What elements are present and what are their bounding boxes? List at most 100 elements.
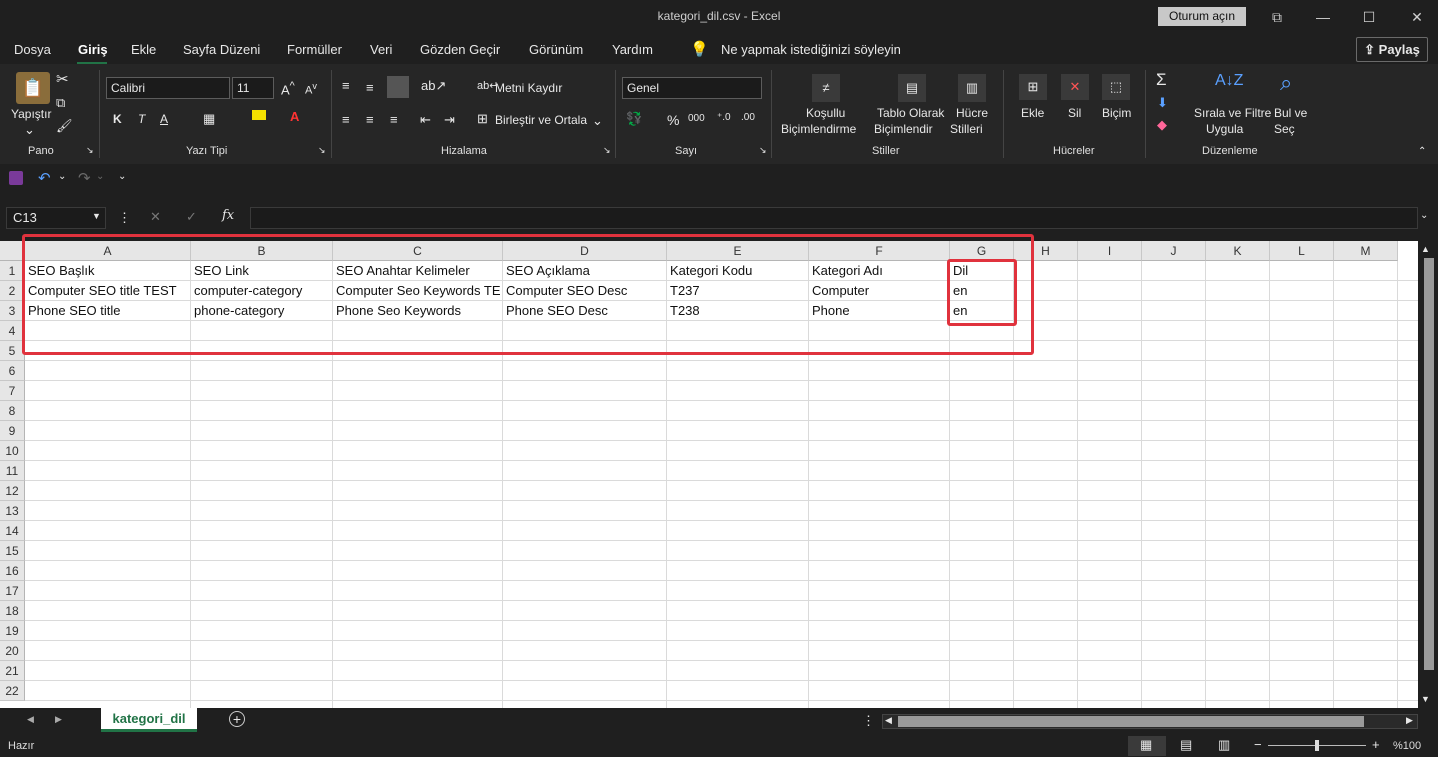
delete-cells-button[interactable]: Sil	[1068, 106, 1081, 120]
font-launcher-icon[interactable]: ↘	[318, 145, 326, 156]
conditional-formatting-icon[interactable]: ≠	[812, 74, 840, 102]
expand-formula-icon[interactable]: ⌄	[1420, 210, 1428, 221]
scroll-left-icon[interactable]: ◀	[885, 715, 892, 726]
decrease-indent-icon[interactable]: ⇤	[420, 112, 431, 128]
tab-formuller[interactable]: Formüller	[287, 42, 342, 57]
row-header-12[interactable]: 12	[0, 481, 25, 501]
fill-icon[interactable]: ⬇	[1157, 95, 1168, 111]
percent-button[interactable]: %	[667, 112, 679, 128]
zoom-out-icon[interactable]: −	[1254, 737, 1262, 752]
wrap-text-button[interactable]: Metni Kaydır	[495, 81, 562, 95]
row-header-11[interactable]: 11	[0, 461, 25, 481]
row-header-21[interactable]: 21	[0, 661, 25, 681]
align-left-icon[interactable]: ≡	[342, 112, 350, 127]
format-as-table-icon[interactable]: ▤	[898, 74, 926, 102]
row-header-6[interactable]: 6	[0, 361, 25, 381]
tab-dosya[interactable]: Dosya	[14, 42, 51, 57]
zoom-slider-thumb[interactable]	[1315, 740, 1319, 751]
ribbon-display-icon[interactable]: ⧉	[1262, 6, 1292, 28]
close-button[interactable]: ✕	[1402, 6, 1432, 28]
increase-indent-icon[interactable]: ⇥	[444, 112, 455, 128]
accounting-format-icon[interactable]: 💱	[626, 111, 642, 127]
comma-button[interactable]: 000	[688, 113, 705, 124]
orientation-icon[interactable]: ab↗	[421, 78, 446, 94]
align-center-icon[interactable]: ≡	[366, 112, 374, 127]
scroll-right-icon[interactable]: ▶	[1406, 715, 1413, 726]
cell-styles-label2[interactable]: Stilleri	[950, 122, 983, 136]
undo-icon[interactable]: ↶	[38, 169, 51, 187]
row-header-15[interactable]: 15	[0, 541, 25, 561]
underline-button[interactable]: A	[160, 112, 168, 126]
tab-ekle[interactable]: Ekle	[131, 42, 156, 57]
row-header-16[interactable]: 16	[0, 561, 25, 581]
page-break-icon[interactable]: ▥	[1218, 737, 1230, 753]
next-sheet-icon[interactable]: ▶	[55, 714, 62, 725]
cell-styles-label1[interactable]: Hücre	[956, 106, 988, 120]
column-header-k[interactable]: K	[1206, 241, 1270, 261]
signin-button[interactable]: Oturum açın	[1158, 7, 1246, 26]
align-top-icon[interactable]: ≡	[342, 78, 350, 93]
tab-giris[interactable]: Giriş	[78, 42, 108, 57]
tell-me-input[interactable]: Ne yapmak istediğinizi söyleyin	[721, 42, 901, 57]
add-sheet-icon[interactable]: +	[229, 711, 245, 727]
horizontal-scroll-thumb[interactable]	[898, 716, 1364, 727]
align-middle-icon[interactable]: ≡	[366, 80, 374, 95]
increase-decimal-icon[interactable]: ⁺.0	[717, 112, 731, 123]
scroll-up-icon[interactable]: ▲	[1421, 244, 1430, 254]
format-cells-icon[interactable]: ⬚	[1102, 74, 1130, 100]
name-box-dropdown-icon[interactable]: ▼	[92, 211, 101, 221]
zoom-in-icon[interactable]: +	[1372, 737, 1380, 752]
vertical-scroll-thumb[interactable]	[1424, 258, 1434, 670]
fill-color-icon[interactable]	[252, 110, 266, 120]
sort-filter-label1[interactable]: Sırala ve Filtre	[1194, 106, 1271, 120]
column-header-l[interactable]: L	[1270, 241, 1334, 261]
find-select-icon[interactable]: ⌕	[1280, 70, 1292, 96]
tab-veri[interactable]: Veri	[370, 42, 392, 57]
cancel-icon[interactable]: ✕	[150, 209, 161, 225]
paste-icon[interactable]: 📋	[16, 72, 50, 104]
column-header-i[interactable]: I	[1078, 241, 1142, 261]
page-layout-icon[interactable]: ▤	[1180, 737, 1192, 753]
paste-button[interactable]: Yapıştır	[11, 107, 51, 121]
share-button[interactable]: ⇪ Paylaş	[1356, 37, 1428, 62]
maximize-button[interactable]: ☐	[1354, 6, 1384, 28]
align-bottom-icon[interactable]	[387, 76, 409, 98]
enter-icon[interactable]: ✓	[186, 209, 197, 225]
column-header-j[interactable]: J	[1142, 241, 1206, 261]
copy-icon[interactable]: ⧉	[56, 95, 65, 111]
font-size-select[interactable]: 11	[232, 77, 274, 99]
formula-input[interactable]	[250, 207, 1418, 229]
conditional-formatting-label1[interactable]: Koşullu	[806, 106, 845, 120]
cut-icon[interactable]: ✂	[56, 70, 69, 88]
find-select-label1[interactable]: Bul ve	[1274, 106, 1307, 120]
row-header-8[interactable]: 8	[0, 401, 25, 421]
minimize-button[interactable]: —	[1308, 6, 1338, 28]
cell-styles-icon[interactable]: ▥	[958, 74, 986, 102]
number-format-select[interactable]: Genel	[622, 77, 762, 99]
alignment-launcher-icon[interactable]: ↘	[603, 145, 611, 156]
font-color-icon[interactable]: A	[290, 109, 299, 124]
italic-button[interactable]: T	[138, 112, 145, 126]
tab-gozden-gecir[interactable]: Gözden Geçir	[420, 42, 500, 57]
conditional-formatting-label2[interactable]: Biçimlendirme	[781, 122, 856, 136]
format-as-table-label1[interactable]: Tablo Olarak	[877, 106, 944, 120]
tab-sayfa-duzeni[interactable]: Sayfa Düzeni	[183, 42, 260, 57]
zoom-level[interactable]: %100	[1393, 740, 1421, 752]
row-header-9[interactable]: 9	[0, 421, 25, 441]
clear-icon[interactable]: ◆	[1157, 117, 1167, 133]
clipboard-launcher-icon[interactable]: ↘	[86, 145, 94, 156]
row-header-17[interactable]: 17	[0, 581, 25, 601]
number-launcher-icon[interactable]: ↘	[759, 145, 767, 156]
sheet-tab-kategori-dil[interactable]: kategori_dil	[101, 708, 197, 732]
autosum-icon[interactable]: Σ	[1156, 70, 1167, 90]
format-cells-button[interactable]: Biçim	[1102, 106, 1131, 120]
delete-cells-icon[interactable]: ✕	[1061, 74, 1089, 100]
font-name-select[interactable]: Calibri	[106, 77, 230, 99]
merge-dropdown-icon[interactable]: ⌄	[592, 113, 603, 129]
format-painter-icon[interactable]: 🖌	[56, 118, 73, 134]
row-header-18[interactable]: 18	[0, 601, 25, 621]
sort-filter-icon[interactable]: A↓Z	[1215, 72, 1243, 90]
borders-icon[interactable]: ▦	[203, 111, 215, 127]
format-as-table-label2[interactable]: Biçimlendir	[874, 122, 933, 136]
row-header-13[interactable]: 13	[0, 501, 25, 521]
